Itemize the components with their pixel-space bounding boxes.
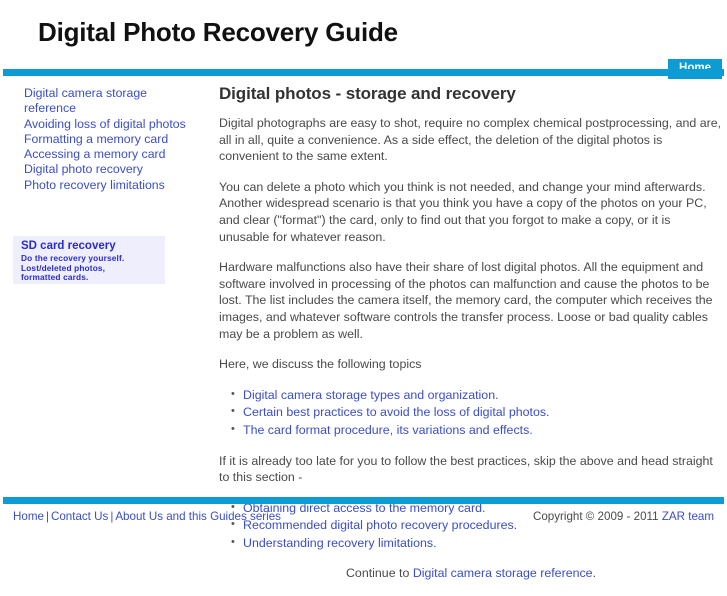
intro-paragraph-3: Hardware malfunctions also have their sh… (219, 260, 713, 341)
topic-link-recovery-procedures[interactable]: Recommended digital photo recovery proce… (243, 518, 517, 532)
header-divider-bar (3, 69, 724, 76)
sidebar-item-formatting-a-memory-card[interactable]: Formatting a memory card (24, 132, 199, 147)
footer-separator: | (45, 510, 49, 523)
page-title: Digital photos - storage and recovery (219, 84, 516, 103)
footer-link-home[interactable]: Home (13, 510, 44, 523)
footer-link-contact-us[interactable]: Contact Us (51, 510, 108, 523)
topic-link-card-format[interactable]: The card format procedure, its variation… (243, 423, 533, 437)
sidebar-item-digital-camera-storage-reference[interactable]: Digital camera storage reference (24, 86, 199, 117)
sidebar-item-digital-photo-recovery[interactable]: Digital photo recovery (24, 162, 199, 177)
list-item: Digital camera storage types and organiz… (231, 386, 723, 404)
sidebar-item-accessing-a-memory-card[interactable]: Accessing a memory card (24, 147, 199, 162)
list-item: Certain best practices to avoid the loss… (231, 403, 723, 421)
continue-prefix: Continue to (345, 566, 413, 581)
intro-paragraph-2: You can delete a photo which you think i… (219, 179, 707, 244)
ad-line-3: formatted cards. (21, 272, 89, 283)
copyright-text: Copyright © 2009 - 2011 (532, 510, 662, 523)
ad-title: SD card recovery (21, 240, 116, 252)
topic-link-storage-types[interactable]: Digital camera storage types and organiz… (243, 388, 499, 402)
footer-divider-bar (3, 497, 724, 504)
sidebar-item-avoiding-loss-of-digital-photos[interactable]: Avoiding loss of digital photos (24, 117, 199, 132)
sd-card-recovery-ad[interactable]: SD card recovery Do the recovery yoursel… (13, 236, 165, 284)
footer-link-about-us[interactable]: About Us and this Guides series (115, 510, 281, 523)
list-item: Understanding recovery limitations. (231, 534, 723, 552)
continue-suffix: . (592, 566, 597, 581)
skip-intro-paragraph: If it is already too late for you to fol… (219, 453, 713, 485)
intro-paragraph-1: Digital photographs are easy to shot, re… (219, 116, 722, 164)
topics-intro: Here, we discuss the following topics (219, 357, 422, 372)
recovery-topics-list: Obtaining direct access to the memory ca… (219, 499, 723, 552)
list-item: The card format procedure, its variation… (231, 421, 723, 439)
continue-line: Continue to Digital camera storage refer… (219, 565, 723, 582)
topics-list: Digital camera storage types and organiz… (219, 386, 723, 439)
page-root: Digital Photo Recovery Guide Home Digita… (0, 0, 727, 580)
topic-link-best-practices[interactable]: Certain best practices to avoid the loss… (243, 405, 550, 419)
copyright-link-zar-team[interactable]: ZAR team (662, 510, 714, 523)
site-title: Digital Photo Recovery Guide (38, 17, 398, 47)
sidebar-navigation: Digital camera storage reference Avoidin… (24, 86, 199, 193)
footer-copyright: Copyright © 2009 - 2011 ZAR team (533, 510, 714, 523)
continue-link-storage-reference[interactable]: Digital camera storage reference (413, 566, 593, 580)
topic-link-recovery-limitations[interactable]: Understanding recovery limitations. (243, 536, 437, 550)
sidebar-item-photo-recovery-limitations[interactable]: Photo recovery limitations (24, 178, 199, 193)
footer-links: Home | Contact Us | About Us and this Guides… (13, 510, 281, 523)
